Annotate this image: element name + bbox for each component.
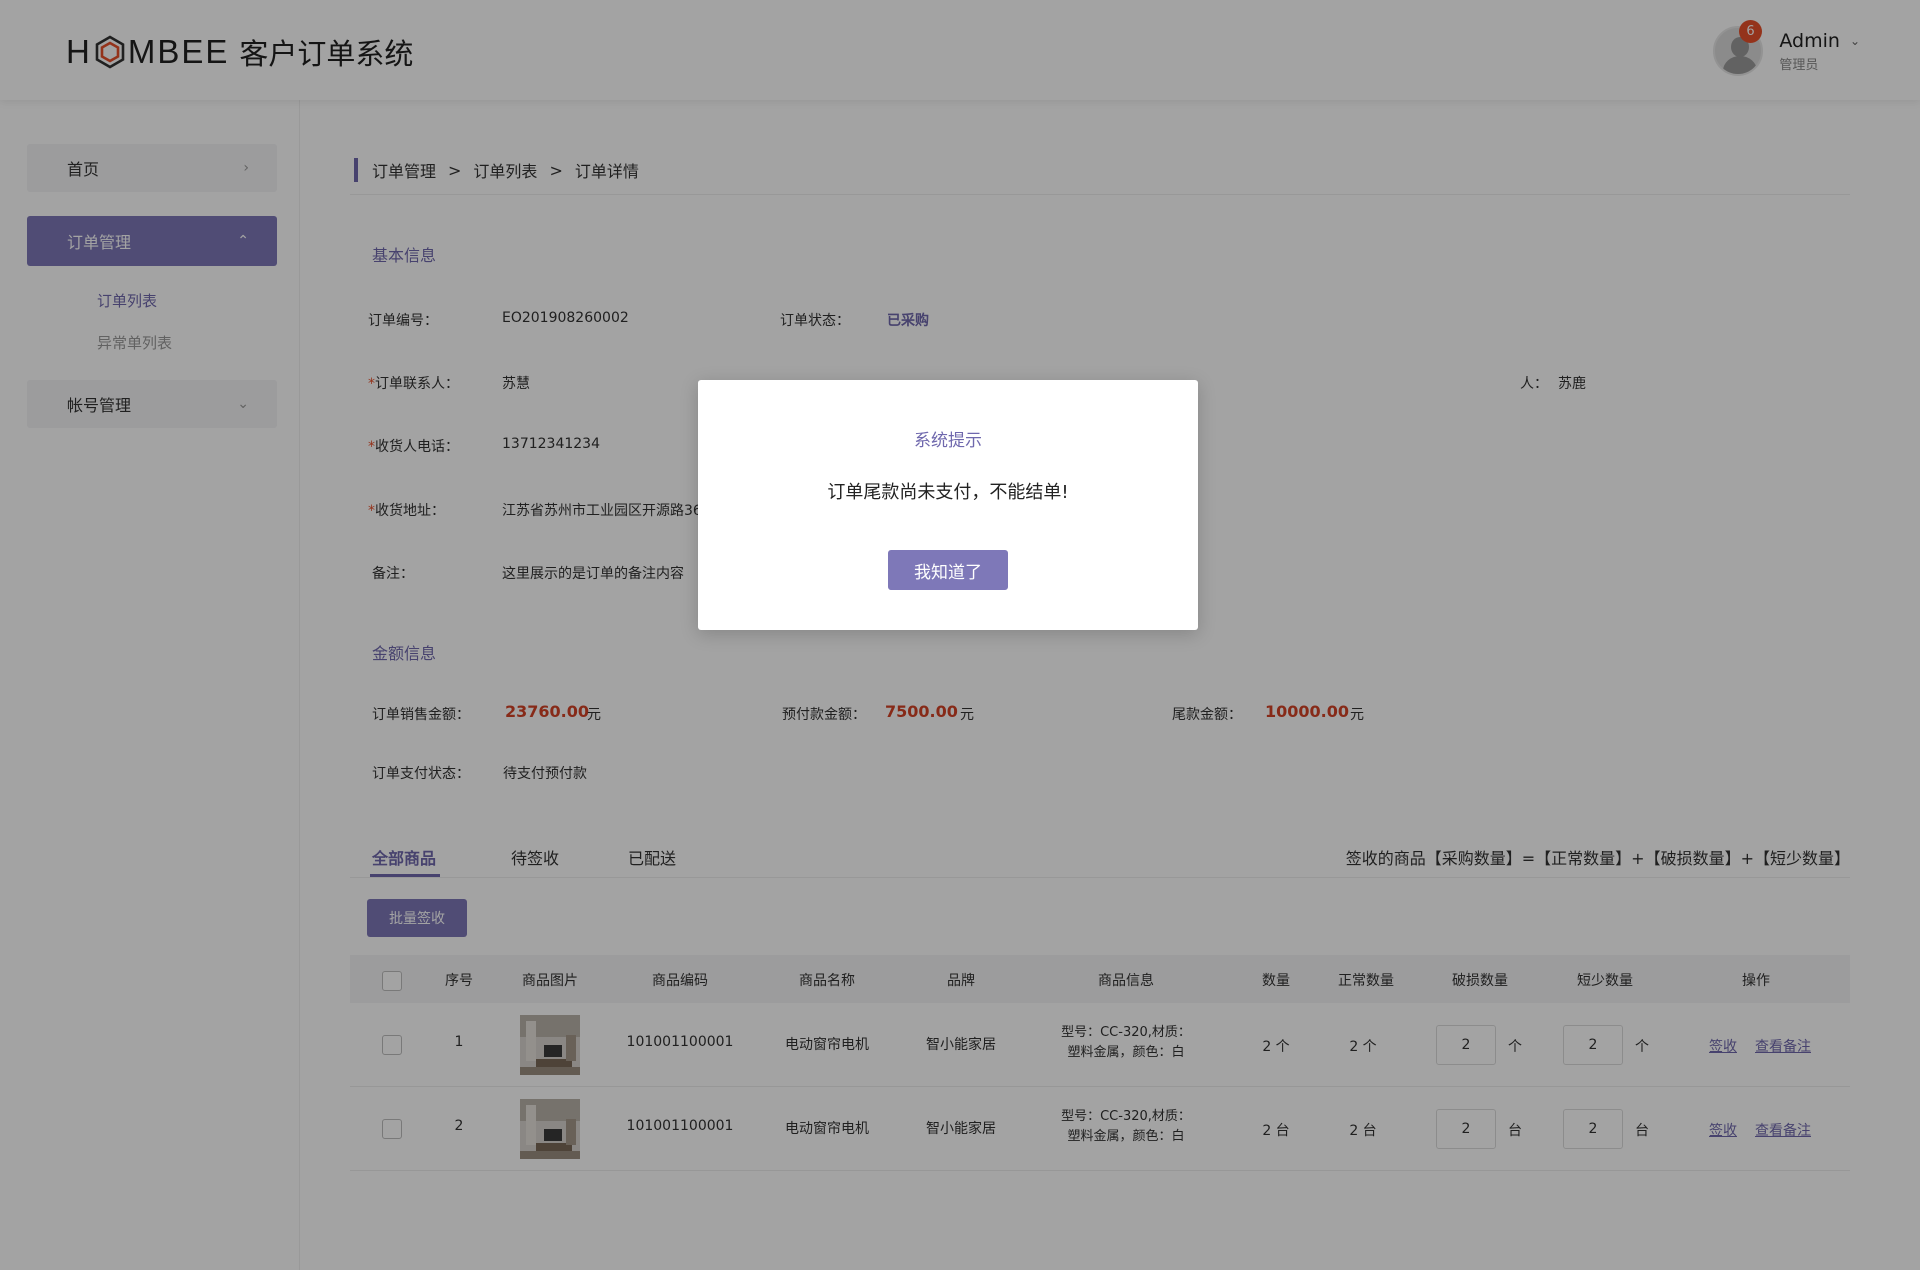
dialog-message: 订单尾款尚未支付，不能结单! [827, 482, 1069, 503]
modal-overlay[interactable] [0, 0, 1920, 1270]
acknowledge-button[interactable]: 我知道了 [888, 550, 1008, 590]
system-alert-dialog: 系统提示 订单尾款尚未支付，不能结单! 我知道了 [698, 380, 1198, 630]
dialog-title: 系统提示 [914, 431, 982, 451]
